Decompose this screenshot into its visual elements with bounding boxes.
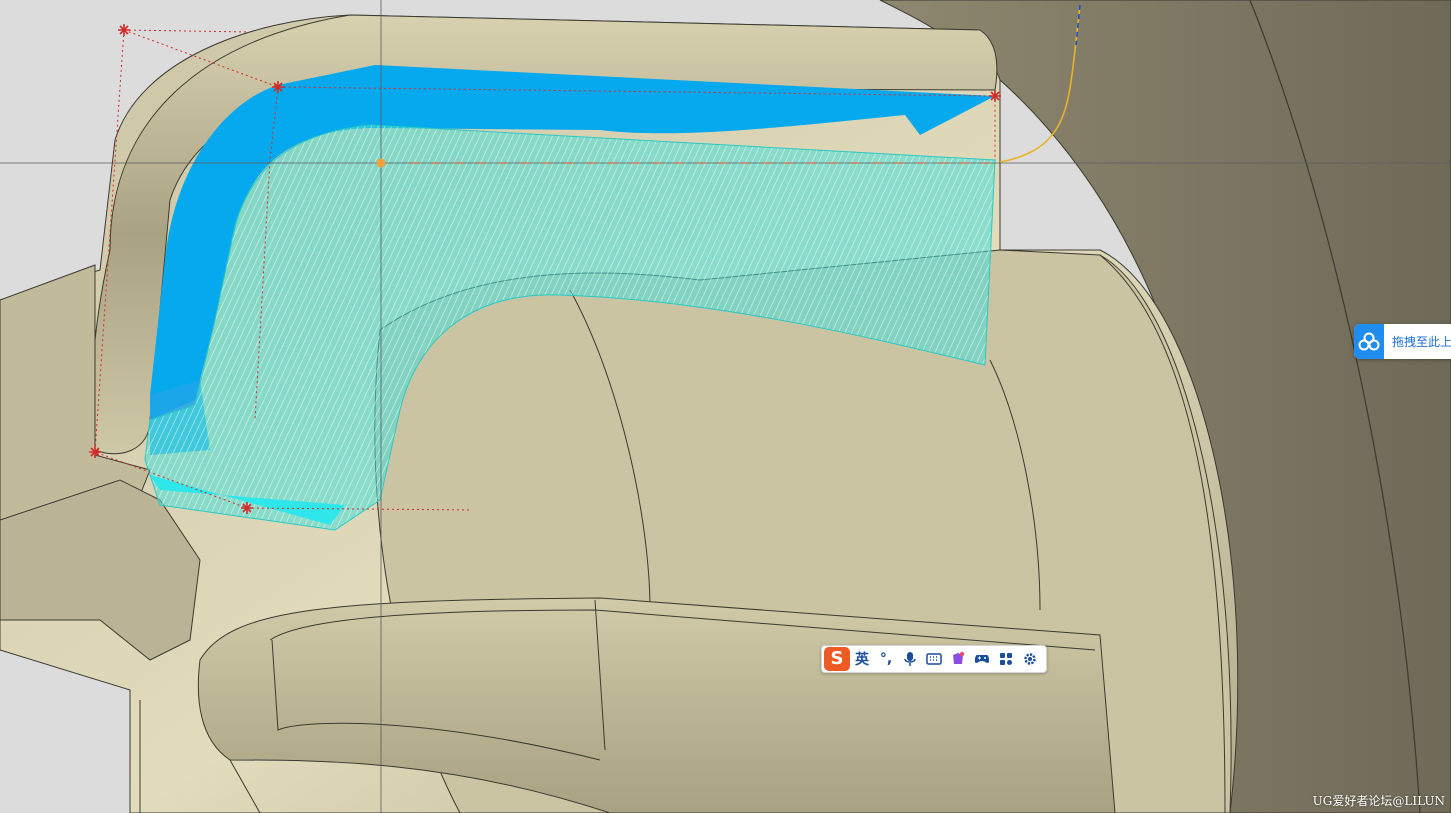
keyboard-icon[interactable] — [922, 647, 946, 671]
forum-watermark: UG爱好者论坛@LILUN — [1312, 794, 1445, 808]
ime-mode-toggle[interactable]: 英 — [850, 647, 874, 671]
apps-grid-icon[interactable] — [994, 647, 1018, 671]
microphone-icon[interactable] — [898, 647, 922, 671]
drag-upload-widget[interactable]: 拖拽至此上传 — [1354, 324, 1451, 359]
model-canvas[interactable] — [0, 0, 1451, 813]
drag-upload-label: 拖拽至此上传 — [1391, 335, 1451, 349]
cad-viewport[interactable] — [0, 0, 1451, 813]
ime-punctuation-toggle[interactable]: °, — [874, 647, 898, 671]
settings-gear-icon[interactable] — [1018, 647, 1042, 671]
cloud-circles-icon[interactable] — [1354, 324, 1384, 359]
gamepad-icon[interactable] — [970, 647, 994, 671]
ime-logo-icon[interactable]: S — [824, 647, 850, 671]
ime-toolbar[interactable]: S 英 °, — [821, 645, 1047, 673]
center-point[interactable] — [376, 158, 386, 168]
skin-icon[interactable] — [946, 647, 970, 671]
